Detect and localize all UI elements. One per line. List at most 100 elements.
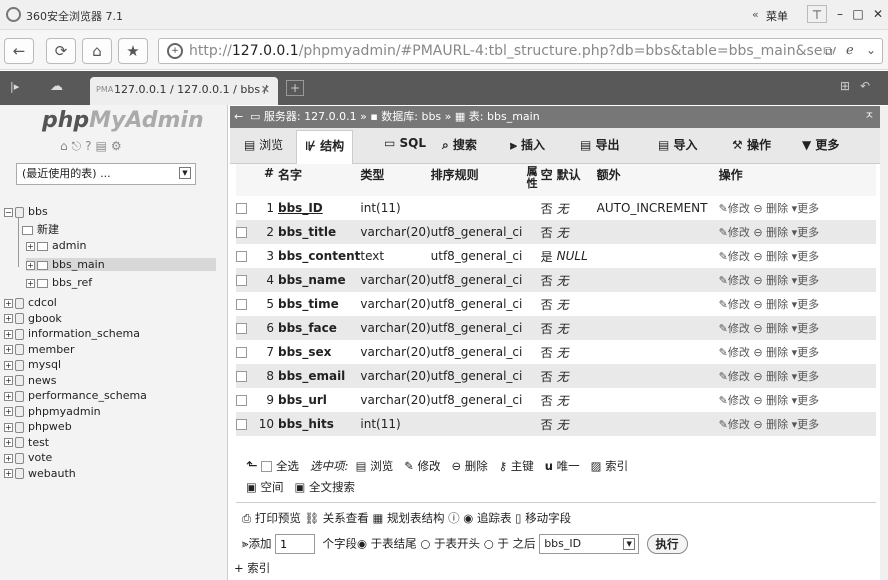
more-action[interactable]: ▾更多 <box>792 370 820 383</box>
track-table-link[interactable]: ◉ 追踪表 <box>463 511 511 525</box>
tree-item-bbs-main[interactable]: + bbs_main <box>26 258 216 271</box>
column-name[interactable]: bbs_ID <box>278 201 323 215</box>
breadcrumb-db[interactable]: 数据库: bbs <box>381 110 441 123</box>
row-checkbox[interactable] <box>236 275 247 286</box>
tree-item-cdcol[interactable]: + cdcol <box>4 296 57 309</box>
tree-item-admin[interactable]: + admin <box>26 239 86 252</box>
row-checkbox[interactable] <box>236 203 247 214</box>
column-name[interactable]: bbs_title <box>278 225 336 239</box>
bulk-spatial[interactable]: ▣ 空间 <box>246 480 284 494</box>
tab-export[interactable]: ▤ 导出 <box>580 136 620 153</box>
edit-action[interactable]: ✎修改 <box>719 394 750 407</box>
after-field-select[interactable]: bbs_ID ▼ <box>539 534 640 554</box>
expand-icon[interactable]: + <box>4 391 13 401</box>
tab-import[interactable]: ▤ 导入 <box>658 136 698 153</box>
more-action[interactable]: ▾更多 <box>792 322 820 335</box>
drop-action[interactable]: ⊖ 删除 <box>753 322 788 335</box>
drop-action[interactable]: ⊖ 删除 <box>753 370 788 383</box>
check-all-label[interactable]: 全选 <box>276 459 299 473</box>
more-action[interactable]: ▾更多 <box>792 202 820 215</box>
edit-action[interactable]: ✎修改 <box>719 418 750 431</box>
add-count-input[interactable] <box>275 534 316 554</box>
column-name[interactable]: bbs_email <box>278 369 345 383</box>
tab-insert[interactable]: ⫸ 插入 <box>510 136 545 153</box>
phpmyadmin-logo[interactable]: phpMyAdmin <box>42 108 204 133</box>
drop-action[interactable]: ⊖ 删除 <box>753 274 788 287</box>
cloud-icon[interactable]: ☁ <box>50 79 63 94</box>
minimize-panel-icon[interactable]: ㅈ <box>865 106 874 128</box>
tree-item-webauth[interactable]: + webauth <box>4 467 76 480</box>
tab-pma[interactable]: PMA 127.0.0.1 / 127.0.0.1 / bbs / ✕ <box>90 77 278 105</box>
minimize-button[interactable]: – <box>830 5 850 23</box>
edit-action[interactable]: ✎修改 <box>719 250 750 263</box>
row-checkbox[interactable] <box>236 371 247 382</box>
drop-action[interactable]: ⊖ 删除 <box>753 418 788 431</box>
tab-sql[interactable]: ▭ SQL <box>384 136 426 150</box>
drop-action[interactable]: ⊖ 删除 <box>753 298 788 311</box>
go-button[interactable]: 执行 <box>646 534 688 554</box>
logout-icon[interactable]: ⎋ <box>72 139 86 153</box>
expand-icon[interactable]: + <box>4 298 13 308</box>
drop-action[interactable]: ⊖ 删除 <box>753 250 788 263</box>
back-button[interactable]: ← <box>4 38 34 64</box>
sidebar-toggle-icon[interactable]: |▸ <box>10 80 19 93</box>
ie-mode-icon[interactable]: ℯ <box>846 43 854 58</box>
menu-button[interactable]: 菜单 <box>766 8 788 24</box>
propose-structure-link[interactable]: ▦ 规划表结构 ⓘ <box>372 511 459 525</box>
expand-icon[interactable]: + <box>4 345 13 354</box>
url-dropdown-icon[interactable]: ⌄ <box>866 43 877 57</box>
column-name[interactable]: bbs_time <box>278 297 339 311</box>
share-icon[interactable]: ⧉ <box>824 44 833 59</box>
row-checkbox[interactable] <box>236 347 247 358</box>
edit-action[interactable]: ✎修改 <box>719 226 750 239</box>
refresh-button[interactable]: ⟳ <box>46 38 76 64</box>
new-tab-button[interactable]: + <box>286 80 304 96</box>
edit-action[interactable]: ✎修改 <box>719 322 750 335</box>
column-name[interactable]: bbs_face <box>278 321 337 335</box>
drop-action[interactable]: ⊖ 删除 <box>753 394 788 407</box>
tab-search[interactable]: ⌕ 搜索 <box>442 136 477 153</box>
bulk-drop[interactable]: ⊖ 删除 <box>451 459 487 473</box>
more-action[interactable]: ▾更多 <box>792 250 820 263</box>
more-action[interactable]: ▾更多 <box>792 298 820 311</box>
bulk-fulltext[interactable]: ▣ 全文搜索 <box>295 480 356 494</box>
row-checkbox[interactable] <box>236 323 247 334</box>
expand-icon[interactable]: + <box>4 376 13 385</box>
expand-icon[interactable]: + <box>4 314 13 323</box>
tab-close-icon[interactable]: ✕ <box>261 77 270 103</box>
column-name[interactable]: bbs_url <box>278 393 327 407</box>
vertical-scrollbar[interactable] <box>880 106 888 580</box>
bulk-primary[interactable]: ⚷ 主键 <box>499 459 534 473</box>
expand-icon[interactable]: + <box>4 438 13 447</box>
edit-action[interactable]: ✎修改 <box>719 298 750 311</box>
tree-item-news[interactable]: + news <box>4 374 56 387</box>
print-view-link[interactable]: ⎙ 打印预览 <box>242 511 301 525</box>
expand-icon[interactable]: + <box>4 329 13 339</box>
restore-tab-icon[interactable]: ⊞ <box>840 79 850 93</box>
home-button[interactable]: ⌂ <box>82 38 112 64</box>
drop-action[interactable]: ⊖ 删除 <box>753 202 788 215</box>
radio-after[interactable]: ○ <box>484 537 494 551</box>
breadcrumb-server[interactable]: 服务器: 127.0.0.1 <box>264 110 357 123</box>
bulk-unique[interactable]: u 唯一 <box>545 459 580 473</box>
drop-action[interactable]: ⊖ 删除 <box>753 226 788 239</box>
expand-icon[interactable]: + <box>4 422 13 432</box>
tab-operations[interactable]: ⚒ 操作 <box>732 136 771 153</box>
bulk-browse[interactable]: ▤ 浏览 <box>356 459 394 473</box>
row-checkbox[interactable] <box>236 227 247 238</box>
bulk-change[interactable]: ✎ 修改 <box>404 459 440 473</box>
more-action[interactable]: ▾更多 <box>792 346 820 359</box>
more-action[interactable]: ▾更多 <box>792 394 820 407</box>
tree-item-test[interactable]: + test <box>4 436 49 449</box>
column-name[interactable]: bbs_name <box>278 273 346 287</box>
tab-structure[interactable]: ⊮ 结构 <box>296 130 354 164</box>
tree-item-mysql[interactable]: + mysql <box>4 358 61 371</box>
recent-tables-select[interactable]: (最近使用的表) ... ▼ <box>16 163 196 185</box>
row-checkbox[interactable] <box>236 299 247 310</box>
close-button[interactable]: ✕ <box>868 5 888 23</box>
radio-at-begin[interactable]: ○ <box>420 537 430 551</box>
tab-browse[interactable]: ▤ 浏览 <box>244 136 283 153</box>
pin-icon[interactable]: ⊤ <box>807 5 827 23</box>
maximize-button[interactable]: □ <box>848 5 868 23</box>
edit-action[interactable]: ✎修改 <box>719 346 750 359</box>
